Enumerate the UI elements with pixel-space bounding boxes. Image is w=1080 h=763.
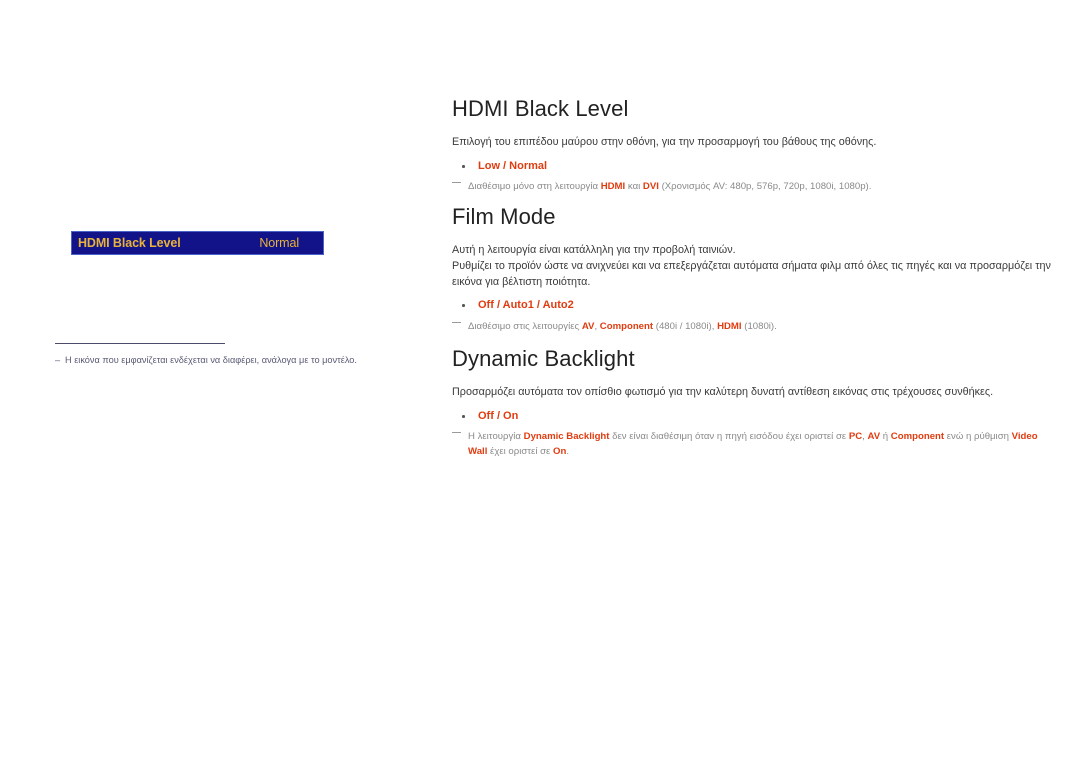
left-footnote-divider: [55, 343, 225, 344]
note-keyword-dynamic-backlight: Dynamic Backlight: [523, 431, 610, 443]
option-values: Off / On: [478, 410, 519, 423]
note-keyword-component: Component: [890, 431, 945, 443]
note-keyword-dvi: DVI: [642, 181, 659, 193]
note-text-part-4: (1080i).: [741, 320, 777, 332]
note-keyword-hdmi: HDMI: [717, 320, 742, 332]
list-item: Off / Auto1 / Auto2: [452, 298, 1052, 313]
note-text-part-1: Διαθέσιμο μόνο στη λειτουργία: [468, 181, 601, 193]
bullet-dot-icon: [462, 304, 465, 307]
page-title-dynamic-backlight: Dynamic Backlight: [452, 346, 635, 371]
note-text-part-1: Διαθέσιμο στις λειτουργίες: [468, 320, 582, 332]
list-item: Low / Normal: [452, 159, 1052, 174]
note-text-part-1: Η λειτουργία: [468, 431, 524, 443]
note-keyword-av: AV: [581, 320, 595, 332]
section-dynamic-backlight: Dynamic Backlight Προσαρμόζει αυτόματα τ…: [452, 346, 1052, 459]
note-keyword-on: On: [553, 445, 567, 457]
note-text-part-5: ενώ η ρύθμιση: [944, 431, 1012, 443]
note-text-part-7: .: [566, 445, 569, 457]
section-hdmi-black-level: HDMI Black Level Επιλογή του επιπέδου μα…: [452, 96, 1052, 195]
note-text-part-2: δεν είναι διαθέσιμη όταν η πηγή εισόδου …: [609, 431, 849, 443]
note-dash-icon: [452, 321, 461, 323]
osd-menu-row-hdmi-black-level[interactable]: HDMI Black Level Normal: [71, 231, 324, 255]
note-dynamic-backlight: Η λειτουργία Dynamic Backlight δεν είναι…: [452, 430, 1052, 459]
note-text-part-2: και: [625, 181, 643, 193]
note-text-part-4: ή: [880, 431, 891, 443]
footnote-dash-icon: –: [55, 355, 61, 365]
note-film-mode: Διαθέσιμο στις λειτουργίες AV, Component…: [452, 320, 1052, 334]
note-keyword-av: AV: [867, 431, 881, 443]
bullet-dot-icon: [462, 415, 465, 418]
osd-menu-value: Normal: [259, 235, 299, 250]
note-text-part-3: (Χρονισμός AV: 480p, 576p, 720p, 1080i, …: [658, 181, 872, 193]
note-dash-icon: [452, 182, 461, 184]
description-film-mode-2: Ρυθμίζει το προϊόν ώστε να ανιχνεύει και…: [452, 260, 1051, 288]
option-list-hdmi-black-level: Low / Normal: [452, 159, 1052, 174]
note-hdmi-black-level: Διαθέσιμο μόνο στη λειτουργία HDMI και D…: [452, 180, 1052, 194]
footnote-text: Η εικόνα που εμφανίζεται ενδέχεται να δι…: [65, 355, 357, 365]
option-values: Low / Normal: [478, 160, 548, 173]
page-title-hdmi-black-level: HDMI Black Level: [452, 96, 629, 121]
option-list-film-mode: Off / Auto1 / Auto2: [452, 298, 1052, 313]
note-keyword-component: Component: [599, 320, 654, 332]
left-illustration-column: HDMI Black Level Normal – Η εικόνα που εμ…: [0, 0, 440, 763]
description-hdmi-black-level: Επιλογή του επιπέδου μαύρου στην οθόνη, …: [452, 136, 877, 149]
bullet-dot-icon: [462, 165, 465, 168]
description-dynamic-backlight: Προσαρμόζει αυτόματα τον οπίσθιο φωτισμό…: [452, 386, 994, 399]
note-dash-icon: [452, 432, 461, 434]
note-keyword-pc: PC: [848, 431, 863, 443]
osd-menu-label: HDMI Black Level: [78, 235, 181, 250]
section-film-mode: Film Mode Αυτή η λειτουργία είναι κατάλλ…: [452, 204, 1052, 334]
option-list-dynamic-backlight: Off / On: [452, 409, 1052, 424]
left-footnote: – Η εικόνα που εμφανίζεται ενδέχεται να δ…: [55, 354, 415, 367]
description-film-mode-1: Αυτή η λειτουργία είναι κατάλληλη για τη…: [452, 244, 736, 257]
page-title-film-mode: Film Mode: [452, 204, 556, 229]
note-keyword-hdmi: HDMI: [600, 181, 626, 193]
note-text-part-3: (480i / 1080i),: [653, 320, 718, 332]
option-values: Off / Auto1 / Auto2: [478, 299, 574, 312]
note-text-part-6: έχει οριστεί σε: [487, 445, 553, 457]
list-item: Off / On: [452, 409, 1052, 424]
